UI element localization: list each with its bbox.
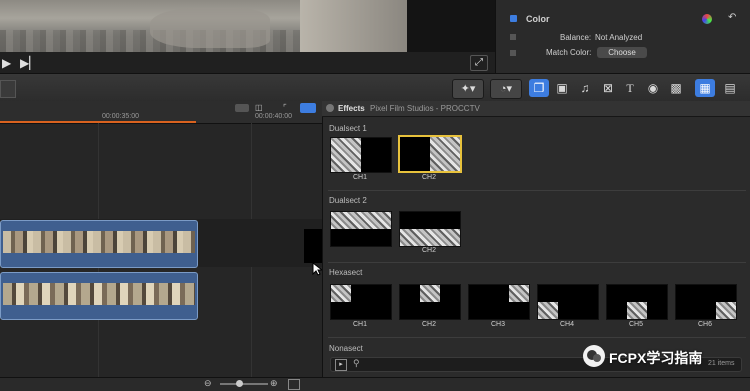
video-clip[interactable] (0, 272, 198, 320)
effect-thumbnail[interactable] (468, 284, 530, 320)
photo-browser-icon[interactable]: ▣ (552, 79, 572, 97)
balance-checkbox[interactable] (510, 34, 516, 40)
color-board-icon[interactable] (702, 14, 712, 24)
effect-thumbnail[interactable] (399, 284, 461, 320)
effect-thumbnail[interactable] (330, 137, 392, 173)
effect-thumbnail-selected[interactable] (398, 135, 462, 173)
inspector-panel: Color ↶ Balance: Not Analyzed Match Colo… (495, 0, 750, 73)
balance-value: Not Analyzed (595, 33, 643, 42)
zoom-out-icon[interactable]: ⊖ (204, 378, 212, 389)
play-icon[interactable]: ▶ (2, 56, 11, 70)
color-checkbox[interactable] (510, 15, 517, 22)
effects-browser-icon[interactable]: ❐ (529, 79, 549, 97)
timecode-label: 00:00:40:00 (255, 113, 292, 120)
solo-icon[interactable] (300, 103, 316, 113)
effect-thumbnail[interactable] (537, 284, 599, 320)
search-icon[interactable]: ⚲ (353, 358, 360, 369)
effect-thumbnail[interactable] (330, 211, 392, 247)
snapping-icon[interactable]: ⌜ (283, 103, 287, 112)
effect-label: CH2 (421, 321, 436, 328)
effect-label: CH1 (352, 174, 367, 181)
reset-icon[interactable]: ↶ (728, 12, 736, 23)
retime-menu-button[interactable]: ◔▾ (490, 79, 522, 99)
effects-title: Effects (338, 104, 365, 113)
choose-button[interactable]: Choose (597, 47, 647, 58)
effects-header: Effects Pixel Film Studios - PROCCTV (322, 101, 750, 117)
titles-browser-icon[interactable]: T (620, 79, 640, 97)
enhance-menu-button[interactable]: ✦▾ (452, 79, 484, 99)
viewer-controls: ▶ ▶▏ ⤢ (0, 52, 495, 73)
effect-label: CH4 (559, 321, 574, 328)
color-section-title: Color (526, 14, 550, 24)
watermark: FCPX学习指南 (583, 345, 748, 369)
balance-label: Balance: (560, 33, 592, 42)
viewer: ▶ ▶▏ ⤢ (0, 0, 495, 73)
inspector-panel-icon[interactable]: ▤ (720, 79, 740, 97)
effect-thumbnail[interactable] (675, 284, 737, 320)
effect-thumbnail[interactable] (330, 284, 392, 320)
wechat-logo-icon (583, 345, 605, 367)
generators-browser-icon[interactable]: ◉ (643, 79, 663, 97)
section-title: Nonasect (329, 344, 363, 353)
music-browser-icon[interactable]: ♫ (575, 79, 595, 97)
enhance-icon: ✦▾ (460, 83, 476, 95)
effect-label: CH3 (490, 321, 505, 328)
watermark-text: FCPX学习指南 (609, 350, 703, 366)
zoom-slider[interactable] (220, 383, 268, 385)
timeline-index-toggle[interactable] (0, 80, 16, 98)
retime-icon: ◔▾ (499, 83, 513, 95)
effect-thumbnail[interactable] (606, 284, 668, 320)
clip-appearance-icon[interactable] (235, 104, 249, 112)
inspector-toggle-icon[interactable]: ▦ (695, 79, 715, 97)
clip-appearance-icon[interactable] (288, 379, 300, 390)
toolbar: ✦▾ ◔▾ ❐ ▣ ♫ ⊠ T ◉ ▩ ▦ ▤ (0, 73, 750, 103)
audio-skimming-icon[interactable]: ◫ (255, 103, 263, 112)
bottom-bar: ⊖ ⊕ (0, 377, 750, 391)
section-title: Hexasect (329, 268, 363, 277)
skip-forward-icon[interactable]: ▶▏ (20, 56, 38, 70)
match-color-checkbox[interactable] (510, 50, 516, 56)
effects-breadcrumb: Pixel Film Studios - PROCCTV (370, 104, 480, 113)
effect-label: CH6 (697, 321, 712, 328)
video-clip[interactable] (0, 220, 198, 268)
close-icon[interactable] (326, 104, 334, 112)
effect-label: CH5 (628, 321, 643, 328)
match-color-label: Match Color: (546, 48, 592, 57)
section-title: Dualsect 1 (329, 124, 367, 133)
section-title: Dualsect 2 (329, 196, 367, 205)
effect-thumbnail[interactable] (399, 211, 461, 247)
themes-browser-icon[interactable]: ▩ (666, 79, 686, 97)
mouse-pointer (312, 261, 324, 281)
sidebar-toggle-icon[interactable]: ▸ (335, 359, 347, 371)
effect-label: CH2 (421, 247, 436, 254)
effect-label: CH1 (352, 321, 367, 328)
video-frame (0, 0, 407, 52)
zoom-slider-thumb[interactable] (236, 380, 243, 387)
effect-label: CH2 (421, 174, 436, 181)
timecode-label: 00:00:35:00 (102, 113, 139, 120)
zoom-in-icon[interactable]: ⊕ (270, 378, 278, 389)
transitions-browser-icon[interactable]: ⊠ (598, 79, 618, 97)
fullscreen-icon[interactable]: ⤢ (470, 55, 488, 71)
